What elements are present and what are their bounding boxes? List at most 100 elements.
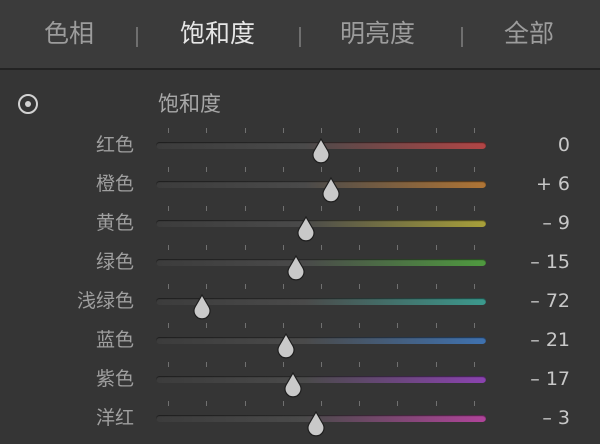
slider-tick xyxy=(474,284,475,289)
slider-thumb[interactable] xyxy=(304,410,328,439)
slider-thumb[interactable] xyxy=(274,332,298,361)
slider-tick xyxy=(206,401,207,406)
slider-tick xyxy=(359,128,360,133)
slider-tick xyxy=(474,245,475,250)
slider-thumb[interactable] xyxy=(281,371,305,400)
slider-tick xyxy=(245,362,246,367)
slider-tick xyxy=(283,206,284,211)
slider-value[interactable]: – 17 xyxy=(530,365,570,393)
slider-thumb[interactable] xyxy=(294,215,318,244)
slider-tick xyxy=(245,128,246,133)
slider-value[interactable]: 0 xyxy=(558,131,570,159)
tab-all[interactable]: 全部 xyxy=(504,0,554,68)
slider-label: 绿色 xyxy=(95,251,134,273)
slider-tick xyxy=(206,206,207,211)
slider-tick xyxy=(397,128,398,133)
slider-tick xyxy=(397,401,398,406)
slider-track[interactable] xyxy=(156,254,486,281)
slider-value[interactable]: – 9 xyxy=(542,209,570,237)
slider-track[interactable] xyxy=(156,215,486,242)
slider-tick xyxy=(436,323,437,328)
slider-thumb[interactable] xyxy=(309,137,333,166)
slider-row: 橙色 + 6 xyxy=(0,167,600,208)
slider-tick xyxy=(474,167,475,172)
slider-ticks xyxy=(156,167,486,173)
slider-ticks xyxy=(156,206,486,212)
slider-tick xyxy=(397,167,398,172)
slider-thumb[interactable] xyxy=(319,176,343,205)
slider-tick xyxy=(168,128,169,133)
slider-tick xyxy=(206,245,207,250)
slider-tick xyxy=(359,362,360,367)
slider-track[interactable] xyxy=(156,137,486,164)
slider-thumb[interactable] xyxy=(190,293,214,322)
slider-track[interactable] xyxy=(156,293,486,320)
tab-separator xyxy=(461,27,463,47)
slider-tick xyxy=(321,401,322,406)
slider-tick xyxy=(474,323,475,328)
slider-value[interactable]: – 21 xyxy=(530,326,570,354)
slider-tick xyxy=(397,245,398,250)
slider-tick xyxy=(283,245,284,250)
slider-tick xyxy=(397,323,398,328)
slider-tick xyxy=(436,167,437,172)
slider-tick xyxy=(474,128,475,133)
slider-tick xyxy=(436,401,437,406)
slider-tick xyxy=(206,284,207,289)
slider-label: 洋红 xyxy=(95,407,134,429)
slider-value[interactable]: – 3 xyxy=(542,404,570,432)
slider-label: 橙色 xyxy=(95,173,134,195)
slider-track[interactable] xyxy=(156,410,486,437)
slider-tick xyxy=(206,128,207,133)
slider-row: 红色 0 xyxy=(0,128,600,169)
slider-tick xyxy=(321,128,322,133)
slider-tick xyxy=(245,206,246,211)
slider-tick xyxy=(168,401,169,406)
tab-separator xyxy=(299,27,301,47)
slider-tick xyxy=(359,401,360,406)
slider-row: 绿色 – 15 xyxy=(0,245,600,286)
slider-track[interactable] xyxy=(156,371,486,398)
target-adjust-icon[interactable] xyxy=(18,94,38,114)
slider-tick xyxy=(168,245,169,250)
slider-tick xyxy=(359,284,360,289)
slider-row: 浅绿色 – 72 xyxy=(0,284,600,325)
slider-tick xyxy=(206,167,207,172)
slider-ticks xyxy=(156,323,486,329)
slider-tick xyxy=(359,206,360,211)
slider-tick xyxy=(474,401,475,406)
slider-tick xyxy=(283,167,284,172)
slider-track[interactable] xyxy=(156,176,486,203)
slider-tick xyxy=(436,128,437,133)
slider-value[interactable]: – 15 xyxy=(530,248,570,276)
slider-tick xyxy=(245,245,246,250)
slider-tick xyxy=(321,284,322,289)
slider-tick xyxy=(168,206,169,211)
slider-value[interactable]: + 6 xyxy=(536,170,570,198)
tab-luminance[interactable]: 明亮度 xyxy=(340,0,415,68)
slider-tick xyxy=(283,128,284,133)
tab-hue[interactable]: 色相 xyxy=(44,0,94,68)
slider-ticks xyxy=(156,128,486,134)
slider-tick xyxy=(359,323,360,328)
slider-tick xyxy=(359,167,360,172)
slider-tick xyxy=(397,284,398,289)
slider-row: 黄色 – 9 xyxy=(0,206,600,247)
slider-row: 紫色 – 17 xyxy=(0,362,600,403)
slider-value[interactable]: – 72 xyxy=(530,287,570,315)
slider-tick xyxy=(321,206,322,211)
slider-tick xyxy=(283,284,284,289)
slider-tick xyxy=(206,323,207,328)
slider-tick xyxy=(168,167,169,172)
slider-ticks xyxy=(156,284,486,290)
slider-tick xyxy=(283,323,284,328)
slider-label: 红色 xyxy=(95,134,134,156)
slider-thumb[interactable] xyxy=(284,254,308,283)
slider-track[interactable] xyxy=(156,332,486,359)
tab-saturation[interactable]: 饱和度 xyxy=(180,0,255,68)
slider-tick xyxy=(321,323,322,328)
slider-label: 黄色 xyxy=(95,212,134,234)
slider-tick xyxy=(436,245,437,250)
slider-tick xyxy=(397,206,398,211)
slider-tick xyxy=(474,206,475,211)
